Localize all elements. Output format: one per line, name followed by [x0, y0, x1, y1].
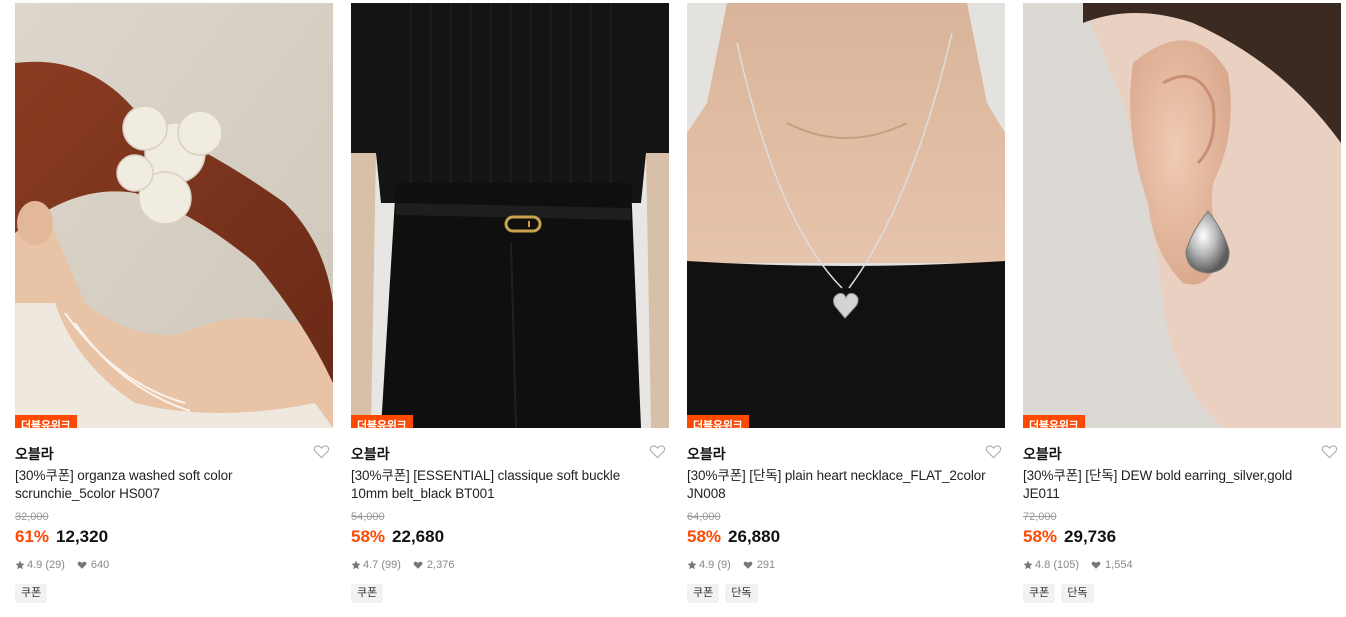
product-title[interactable]: [30%쿠폰] organza washed soft color scrunc… — [15, 467, 315, 503]
tag-list: 쿠폰 — [351, 584, 384, 603]
product-image-necklace — [687, 3, 1005, 428]
product-stats: 4.9 (29) 640 — [15, 559, 109, 571]
review-count: (105) — [1053, 559, 1080, 571]
rating: 4.8 — [1035, 559, 1051, 571]
like-count: 2,376 — [426, 559, 455, 571]
promo-badge: 더블유위크 — [15, 415, 77, 428]
product-stats: 4.9 (9) 291 — [687, 559, 775, 571]
product-image-earring — [1023, 3, 1341, 428]
tag-list: 쿠폰 단독 — [687, 584, 758, 603]
price-row: 58% 26,880 — [687, 527, 780, 547]
brand-name[interactable]: 오블라 — [15, 444, 54, 464]
product-card[interactable]: 더블유위크 오블라 [30%쿠폰] [단독] plain heart neckl… — [687, 3, 1005, 613]
coupon-tag: 쿠폰 — [351, 584, 384, 603]
price-row: 61% 12,320 — [15, 527, 108, 547]
tag-list: 쿠폰 — [15, 584, 48, 603]
promo-badge: 더블유위크 — [1023, 415, 1085, 428]
like-count: 1,554 — [1105, 559, 1133, 571]
price-row: 58% 29,736 — [1023, 527, 1116, 547]
tag-list: 쿠폰 단독 — [1023, 584, 1094, 603]
exclusive-tag: 단독 — [1061, 584, 1094, 603]
like-count: 640 — [90, 559, 110, 571]
like-count: 291 — [756, 559, 776, 571]
product-image-belt — [351, 3, 669, 428]
product-title[interactable]: [30%쿠폰] [ESSENTIAL] classique soft buckl… — [351, 467, 651, 503]
heart-icon[interactable] — [649, 444, 666, 459]
product-image[interactable]: 더블유위크 — [1023, 3, 1341, 428]
star-icon — [15, 560, 25, 570]
product-title[interactable]: [30%쿠폰] [단독] plain heart necklace_FLAT_2… — [687, 467, 987, 503]
heart-icon[interactable] — [313, 444, 330, 459]
discount-rate: 58% — [1023, 527, 1058, 546]
sale-price: 29,736 — [1064, 527, 1117, 546]
original-price: 64,000 — [687, 511, 721, 523]
product-card[interactable]: 더블유위크 오블라 [30%쿠폰] [단독] DEW bold earring_… — [1023, 3, 1341, 613]
review-count: (99) — [381, 559, 401, 571]
sale-price: 22,680 — [392, 527, 445, 546]
rating: 4.9 — [699, 559, 715, 571]
star-icon — [351, 560, 361, 570]
product-stats: 4.7 (99) 2,376 — [351, 559, 454, 571]
discount-rate: 58% — [687, 527, 722, 546]
product-image[interactable]: 더블유위크 — [687, 3, 1005, 428]
sale-price: 12,320 — [56, 527, 109, 546]
brand-name[interactable]: 오블라 — [687, 444, 726, 464]
product-stats: 4.8 (105) 1,554 — [1023, 559, 1133, 571]
original-price: 54,000 — [351, 511, 385, 523]
heart-icon[interactable] — [985, 444, 1002, 459]
product-card[interactable]: 더블유위크 오블라 [30%쿠폰] organza washed soft co… — [15, 3, 333, 613]
original-price: 32,000 — [15, 511, 49, 523]
discount-rate: 58% — [351, 527, 386, 546]
promo-badge: 더블유위크 — [687, 415, 749, 428]
discount-rate: 61% — [15, 527, 50, 546]
promo-badge: 더블유위크 — [351, 415, 413, 428]
brand-name[interactable]: 오블라 — [351, 444, 390, 464]
product-image-scrunchie — [15, 3, 333, 428]
star-icon — [687, 560, 697, 570]
review-count: (29) — [45, 559, 65, 571]
original-price: 72,000 — [1023, 511, 1057, 523]
like-heart-icon — [77, 560, 87, 570]
star-icon — [1023, 560, 1033, 570]
rating: 4.9 — [27, 559, 43, 571]
product-image[interactable]: 더블유위크 — [351, 3, 669, 428]
like-heart-icon — [1091, 560, 1101, 570]
brand-name[interactable]: 오블라 — [1023, 444, 1062, 464]
product-title[interactable]: [30%쿠폰] [단독] DEW bold earring_silver,gol… — [1023, 467, 1323, 503]
price-row: 58% 22,680 — [351, 527, 444, 547]
coupon-tag: 쿠폰 — [687, 584, 720, 603]
sale-price: 26,880 — [728, 527, 781, 546]
exclusive-tag: 단독 — [725, 584, 758, 603]
like-heart-icon — [743, 560, 753, 570]
product-card[interactable]: 더블유위크 오블라 [30%쿠폰] [ESSENTIAL] classique … — [351, 3, 669, 613]
rating: 4.7 — [363, 559, 379, 571]
review-count: (9) — [717, 559, 731, 571]
heart-icon[interactable] — [1321, 444, 1338, 459]
like-heart-icon — [413, 560, 423, 570]
coupon-tag: 쿠폰 — [1023, 584, 1056, 603]
product-image[interactable]: 더블유위크 — [15, 3, 333, 428]
coupon-tag: 쿠폰 — [15, 584, 48, 603]
